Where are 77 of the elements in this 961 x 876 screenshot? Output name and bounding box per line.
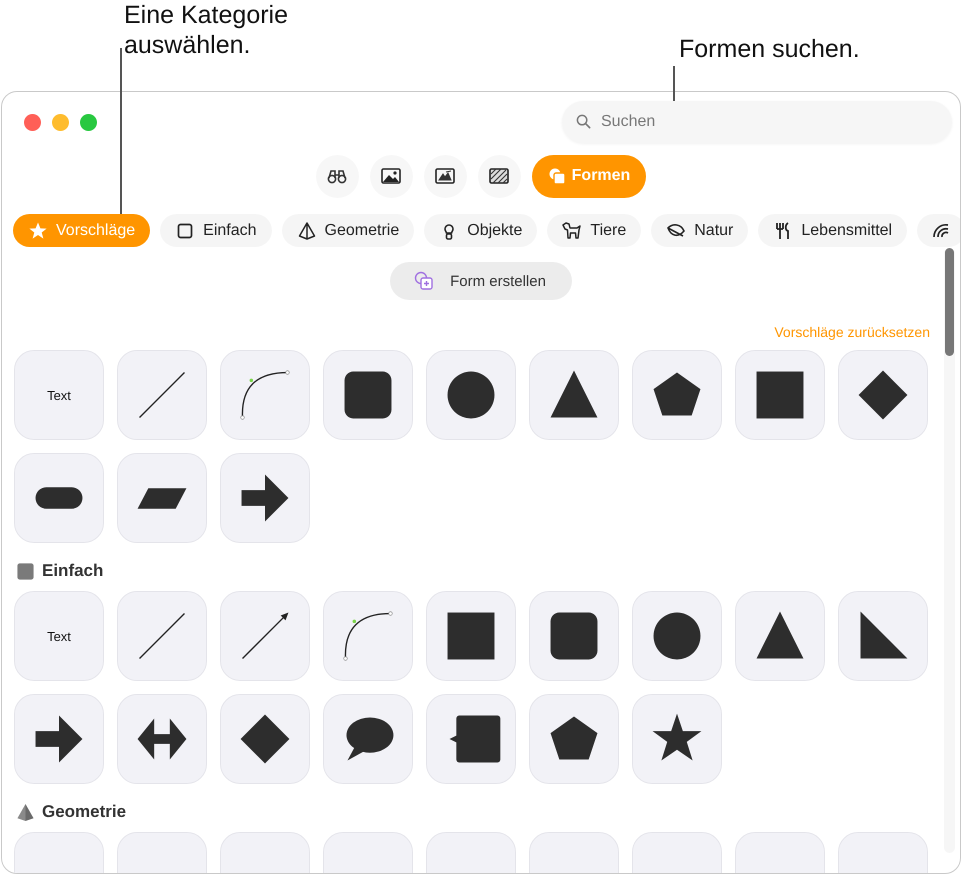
parallelogram-icon (138, 488, 186, 509)
speech-bubble-icon (346, 718, 394, 760)
double-arrow-icon (138, 718, 186, 760)
star-icon (28, 220, 48, 240)
scrollbar-thumb[interactable] (945, 248, 954, 356)
arrow-icon (242, 474, 288, 522)
pentagon-icon (654, 372, 700, 416)
triangle-icon (550, 370, 598, 418)
shape-button[interactable] (117, 453, 207, 543)
image-icon (381, 168, 402, 184)
callout-text: Formen suchen. (679, 34, 860, 64)
shape-button[interactable] (14, 694, 104, 784)
square-icon (175, 220, 196, 240)
arrow-icon (242, 612, 288, 659)
right-triangle-icon (860, 612, 908, 658)
line-icon (139, 372, 185, 418)
category-tab[interactable]: Natur (651, 214, 748, 247)
close-button[interactable] (24, 114, 41, 130)
binoculars-icon (327, 168, 348, 184)
shape-button[interactable] (529, 591, 619, 681)
circle-icon (448, 372, 494, 418)
diamond-icon (858, 370, 908, 420)
pyramid-icon (296, 220, 317, 240)
dog-icon (562, 220, 582, 240)
pentagon-icon (550, 716, 598, 760)
curve-icon (240, 370, 290, 420)
square-icon (756, 372, 804, 418)
shape-button[interactable]: Text (14, 350, 104, 440)
leader-line (673, 66, 674, 101)
shape-plus-icon (414, 271, 434, 291)
category-tab[interactable]: Lebensmittel (758, 214, 908, 247)
shape-button[interactable] (632, 350, 722, 440)
category-tab[interactable]: Tiere (547, 214, 642, 247)
shape-button[interactable] (323, 350, 413, 440)
category-tab[interactable]: Objekte (424, 214, 538, 247)
shape-button[interactable] (838, 350, 928, 440)
callout-square-icon (450, 716, 500, 762)
section-title: Geometrie (42, 802, 126, 822)
shape-button[interactable] (735, 591, 825, 681)
shape-button[interactable]: Text (14, 591, 104, 681)
star-icon (652, 714, 702, 760)
shape-button[interactable] (426, 591, 516, 681)
arrow-icon (36, 716, 82, 762)
circle-icon (654, 612, 700, 660)
shape-button[interactable] (117, 694, 207, 784)
create-shape-button[interactable]: Form erstellen (390, 262, 572, 300)
diamond-icon (240, 714, 290, 764)
search-field[interactable]: Suchen (562, 101, 952, 143)
shape-button[interactable] (426, 694, 516, 784)
shape-button[interactable] (632, 694, 722, 784)
shape-button[interactable] (735, 350, 825, 440)
rounded-square-icon (550, 612, 598, 660)
section-title: Einfach (42, 561, 104, 581)
shape-button[interactable] (14, 453, 104, 543)
shape-button[interactable] (529, 350, 619, 440)
shape-button[interactable] (529, 694, 619, 784)
rounded-square-icon (344, 372, 392, 418)
pattern-icon (489, 168, 510, 184)
pill-icon (36, 487, 82, 509)
photo-sticker-icon (435, 168, 456, 184)
category-tab[interactable]: Geometrie (282, 214, 414, 247)
square-icon (448, 612, 494, 660)
shape-button[interactable] (323, 694, 413, 784)
shape-button[interactable] (838, 591, 928, 681)
shape-button[interactable] (220, 694, 310, 784)
shapes-icon (548, 167, 566, 185)
shape-button[interactable] (632, 591, 722, 681)
triangle-icon (756, 612, 804, 658)
category-tab[interactable]: Einfach (160, 214, 272, 247)
callout-text: Eine Kategorie auswählen. (124, 0, 290, 60)
shape-button[interactable] (426, 350, 516, 440)
shape-button[interactable] (220, 453, 310, 543)
line-icon (139, 613, 185, 659)
curve-icon (343, 611, 393, 661)
category-tab[interactable] (917, 214, 960, 247)
pyramid-icon (16, 802, 35, 822)
square-icon (16, 562, 35, 580)
